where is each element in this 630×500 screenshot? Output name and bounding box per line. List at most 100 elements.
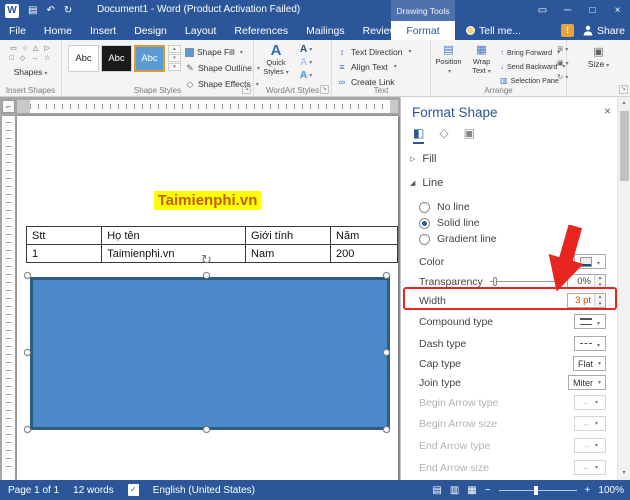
effects-tab-icon[interactable]: ◇ <box>439 126 448 144</box>
tab-home[interactable]: Home <box>35 21 81 40</box>
language-indicator[interactable]: English (United States) <box>153 485 255 496</box>
tell-me-box[interactable]: Tell me... <box>466 21 521 40</box>
layout-properties-tab-icon[interactable]: ▣ <box>464 126 475 144</box>
gallery-down-icon[interactable]: ▾ <box>168 54 181 62</box>
transparency-spinner[interactable]: 0% <box>567 274 606 289</box>
selection-handle[interactable] <box>24 426 31 433</box>
close-icon[interactable]: × <box>605 0 630 21</box>
zoom-percent[interactable]: 100% <box>598 485 624 496</box>
transparency-slider[interactable] <box>489 276 560 287</box>
shape-style-preview-selected[interactable]: Abc <box>134 45 165 72</box>
text-direction-button[interactable]: ↕ Text Direction <box>337 44 429 59</box>
vertical-ruler[interactable] <box>2 116 15 480</box>
save-icon[interactable]: ▤ <box>28 0 37 21</box>
ribbon-display-options-icon[interactable]: ▭ <box>530 0 555 21</box>
selection-pane-button[interactable]: ▥ Selection Pane <box>500 73 559 87</box>
shape-outline-button[interactable]: ✎ Shape Outline <box>185 60 253 76</box>
scroll-up-icon[interactable]: ▴ <box>618 97 630 110</box>
width-spinner[interactable]: 3 pt <box>567 293 606 308</box>
document-heading[interactable]: Taimienphi.vn <box>17 191 398 210</box>
scroll-down-icon[interactable]: ▾ <box>618 467 630 480</box>
spin-down-icon[interactable] <box>595 281 605 288</box>
shape-fill-button[interactable]: Shape Fill <box>185 44 253 60</box>
tab-references[interactable]: References <box>225 21 297 40</box>
compound-type-dropdown[interactable] <box>574 314 606 329</box>
shapes-button[interactable]: Shapes <box>0 67 61 77</box>
dialog-launcher-icon[interactable]: ↘ <box>619 85 628 94</box>
position-button[interactable]: ▤ Position <box>433 43 464 89</box>
text-outline-button[interactable]: A <box>300 56 312 69</box>
table-header-cell[interactable]: Năm <box>330 226 398 245</box>
word-count[interactable]: 12 words <box>73 485 114 496</box>
rotate-handle-icon[interactable]: ↻ <box>201 253 212 266</box>
text-effects-button[interactable]: A <box>300 69 312 82</box>
document-table[interactable]: Stt Họ tên Giới tính Năm 1 Taimienphi.vn… <box>25 226 398 263</box>
table-header-cell[interactable]: Giới tính <box>245 226 332 245</box>
zoom-in-icon[interactable]: + <box>585 485 591 496</box>
document-page[interactable]: Taimienphi.vn Stt Họ tên Giới tính Năm 1… <box>17 116 398 480</box>
send-backward-button[interactable]: ↓ Send Backward <box>500 59 557 73</box>
page-indicator[interactable]: Page 1 of 1 <box>8 485 59 496</box>
no-line-option[interactable]: No line <box>419 199 606 215</box>
selection-handle[interactable] <box>383 272 390 279</box>
table-cell[interactable]: 1 <box>25 244 103 263</box>
selected-shape[interactable] <box>30 277 390 430</box>
quick-styles-button[interactable]: A Quick Styles <box>256 43 296 78</box>
redo-icon[interactable]: ↻ <box>64 0 72 21</box>
zoom-out-icon[interactable]: − <box>485 485 491 496</box>
shapes-gallery[interactable]: ▭ ○ △ ▷ □ ◇ → ☆ <box>3 44 59 64</box>
shape-style-preview[interactable]: Abc <box>68 45 99 72</box>
selection-handle[interactable] <box>203 426 210 433</box>
activation-alert-icon[interactable]: ! <box>560 24 574 37</box>
undo-icon[interactable]: ↶ <box>46 0 54 21</box>
gallery-more-icon[interactable]: ▾ <box>168 63 181 71</box>
fill-line-tab-icon[interactable]: ◧ <box>413 126 425 144</box>
wrap-text-button[interactable]: ▦ Wrap Text <box>466 43 497 89</box>
selection-handle[interactable] <box>203 272 210 279</box>
slider-knob[interactable] <box>492 277 497 286</box>
tab-mailings[interactable]: Mailings <box>297 21 354 40</box>
dialog-launcher-icon[interactable]: ↘ <box>242 85 251 94</box>
pane-close-icon[interactable]: × <box>604 104 611 118</box>
proofing-icon[interactable]: ✓ <box>127 484 139 496</box>
pane-scrollbar[interactable]: ▴ ▾ <box>617 97 630 480</box>
selection-handle[interactable] <box>383 349 390 356</box>
selection-handle[interactable] <box>24 349 31 356</box>
scrollbar-thumb[interactable] <box>620 111 629 181</box>
minimize-icon[interactable]: ─ <box>555 0 580 21</box>
size-button[interactable]: ▣ Size <box>567 46 630 72</box>
zoom-knob[interactable] <box>533 485 538 495</box>
tab-format-active[interactable]: Format <box>391 21 455 40</box>
tab-file[interactable]: File <box>0 21 35 40</box>
solid-line-option[interactable]: Solid line <box>419 215 606 231</box>
bring-forward-button[interactable]: ↑ Bring Forward <box>500 45 556 59</box>
gallery-up-icon[interactable]: ▴ <box>168 45 181 53</box>
table-header-cell[interactable]: Họ tên <box>101 226 247 245</box>
horizontal-ruler[interactable] <box>17 100 398 113</box>
align-text-button[interactable]: ≡ Align Text <box>337 59 429 74</box>
table-cell[interactable]: Nam <box>245 244 332 263</box>
selection-handle[interactable] <box>24 272 31 279</box>
table-header-cell[interactable]: Stt <box>25 226 103 245</box>
read-mode-icon[interactable]: ▤ <box>432 485 441 496</box>
cap-type-dropdown[interactable]: Flat <box>572 356 606 371</box>
dialog-launcher-icon[interactable]: ↘ <box>320 85 329 94</box>
gradient-line-option[interactable]: Gradient line <box>419 231 606 247</box>
join-type-dropdown[interactable]: Miter <box>567 375 606 390</box>
tab-layout[interactable]: Layout <box>176 21 226 40</box>
table-cell[interactable]: 200 <box>330 244 398 263</box>
table-cell[interactable]: Taimienphi.vn <box>101 244 247 263</box>
fill-section-header[interactable]: ▷ Fill <box>410 153 436 165</box>
maximize-icon[interactable]: □ <box>580 0 605 21</box>
tab-design[interactable]: Design <box>125 21 176 40</box>
print-layout-icon[interactable]: ▥ <box>450 485 459 496</box>
web-layout-icon[interactable]: ▦ <box>467 485 476 496</box>
spin-down-icon[interactable] <box>595 300 605 307</box>
line-color-button[interactable] <box>574 254 606 269</box>
zoom-slider[interactable] <box>498 485 577 495</box>
tab-insert[interactable]: Insert <box>81 21 125 40</box>
text-fill-button[interactable]: A <box>300 43 312 56</box>
tab-stop-selector[interactable]: ⌐ <box>2 100 15 113</box>
shape-style-preview[interactable]: Abc <box>101 45 132 72</box>
dash-type-dropdown[interactable] <box>574 336 606 351</box>
